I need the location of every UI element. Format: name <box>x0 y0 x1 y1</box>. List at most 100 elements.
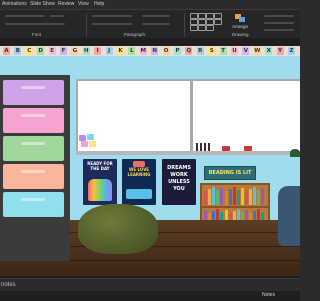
text-direction-button[interactable] <box>142 15 170 17</box>
poster-title: READY FOR THE DAY <box>87 161 113 171</box>
book <box>253 187 257 205</box>
group-font-label: Font <box>32 32 42 37</box>
alphabet-block-c: C <box>25 47 33 55</box>
book <box>212 187 216 205</box>
notes-toggle-button[interactable]: Notes <box>262 292 275 298</box>
raised-hands-icon <box>88 179 112 201</box>
book <box>208 189 212 205</box>
book <box>204 191 207 205</box>
drawer <box>3 164 64 189</box>
drawer-handle <box>21 114 45 117</box>
eraser-icon <box>222 146 230 151</box>
alphabet-block-x: X <box>265 47 273 55</box>
plant-icon <box>290 149 300 157</box>
tab-view[interactable]: View <box>78 1 89 7</box>
armchair <box>278 186 300 246</box>
notes-bar: notes Notes <box>0 278 300 301</box>
poster-learning: WE LOVE LEARNING <box>122 159 156 205</box>
book <box>220 188 224 205</box>
poster-title: WE LOVE LEARNING <box>127 167 151 177</box>
tab-review[interactable]: Review <box>58 1 74 7</box>
tab-help[interactable]: Help <box>94 1 104 7</box>
book <box>228 189 232 205</box>
alphabet-block-a: A <box>3 47 10 55</box>
group-separator <box>184 13 185 37</box>
alphabet-block-d: D <box>37 47 45 55</box>
shape-effects-button[interactable] <box>264 29 294 31</box>
arrange-button-label[interactable]: Arrange <box>232 24 248 29</box>
alphabet-block-u: U <box>231 47 238 55</box>
drawer-handle <box>21 198 45 201</box>
marker-icon <box>208 143 210 151</box>
book-icon <box>133 161 145 167</box>
paragraph-list-buttons[interactable] <box>92 15 132 17</box>
book <box>232 187 236 205</box>
drawer <box>3 108 64 133</box>
font-format-buttons[interactable] <box>5 23 65 25</box>
alphabet-block-r: R <box>196 47 204 55</box>
book <box>249 189 253 205</box>
font-size-box[interactable] <box>50 15 64 17</box>
poster-title: DREAMS WORK UNLESS YOU <box>167 165 191 192</box>
alphabet-block-l: L <box>128 47 136 55</box>
group-paragraph-label: Paragraph <box>124 32 146 37</box>
alphabet-block-i: I <box>94 47 102 55</box>
alphabet-block-h: H <box>82 47 90 55</box>
reading-sign: READING IS LIT <box>204 166 256 180</box>
drawer <box>3 136 64 161</box>
shape-outline-button[interactable] <box>264 22 294 24</box>
book <box>224 191 228 205</box>
alphabet-banner: ABCDEFGHIJKLMNOPQRSTUVWXYZ <box>0 46 300 56</box>
alphabet-block-j: J <box>105 47 113 55</box>
paragraph-align-buttons[interactable] <box>92 23 132 25</box>
ribbon-panel: Font Paragraph Arrange Drawing <box>0 9 300 38</box>
shape-fill-button[interactable] <box>264 15 294 17</box>
poster-dreams: DREAMS WORK UNLESS YOU <box>162 159 196 205</box>
arrange-icon[interactable] <box>234 13 246 23</box>
book <box>257 190 261 205</box>
alphabet-block-n: N <box>151 47 159 55</box>
book <box>236 190 240 205</box>
beanbag-chair <box>78 204 158 254</box>
whiteboard-tray <box>76 151 300 155</box>
alphabet-block-e: E <box>48 47 56 55</box>
alphabet-block-o: O <box>162 47 170 55</box>
alphabet-block-m: M <box>139 47 147 55</box>
alphabet-block-z: Z <box>288 47 295 55</box>
alphabet-block-g: G <box>71 47 79 55</box>
align-text-button[interactable] <box>142 23 170 25</box>
slide-canvas[interactable]: ABCDEFGHIJKLMNOPQRSTUVWXYZ READY FOR THE… <box>0 46 300 276</box>
marker-icon <box>196 143 198 151</box>
eraser-icon <box>244 146 252 151</box>
drawer-handle <box>21 170 45 173</box>
marker-icon <box>204 143 206 151</box>
alphabet-block-f: F <box>60 47 67 55</box>
drawer <box>3 80 64 105</box>
ribbon-tab-bar: Animations Slide Show Review View Help <box>0 0 300 9</box>
group-separator <box>86 13 87 37</box>
alphabet-block-k: K <box>117 47 124 55</box>
alphabet-block-p: P <box>174 47 181 55</box>
alphabet-block-s: S <box>208 47 216 55</box>
marker-icon <box>200 143 202 151</box>
notes-pane-label[interactable]: notes <box>1 282 16 288</box>
font-name-box[interactable] <box>5 15 45 17</box>
drawer-handle <box>21 142 45 145</box>
drawer-cart <box>0 75 70 261</box>
book <box>261 188 265 205</box>
banner-icon <box>126 189 152 199</box>
drawer <box>3 192 64 217</box>
shapes-gallery[interactable] <box>190 13 230 33</box>
alphabet-block-q: Q <box>185 47 193 55</box>
book <box>216 190 220 205</box>
tab-slide-show[interactable]: Slide Show <box>30 1 55 7</box>
alphabet-block-w: W <box>253 47 261 55</box>
alphabet-block-y: Y <box>276 47 284 55</box>
book <box>245 191 248 205</box>
poster-ready: READY FOR THE DAY <box>83 159 117 205</box>
alphabet-block-t: T <box>219 47 227 55</box>
alphabet-block-b: B <box>14 47 22 55</box>
group-drawing-label: Drawing <box>232 32 249 37</box>
tab-animations[interactable]: Animations <box>2 1 27 7</box>
drawer-handle <box>21 86 45 89</box>
